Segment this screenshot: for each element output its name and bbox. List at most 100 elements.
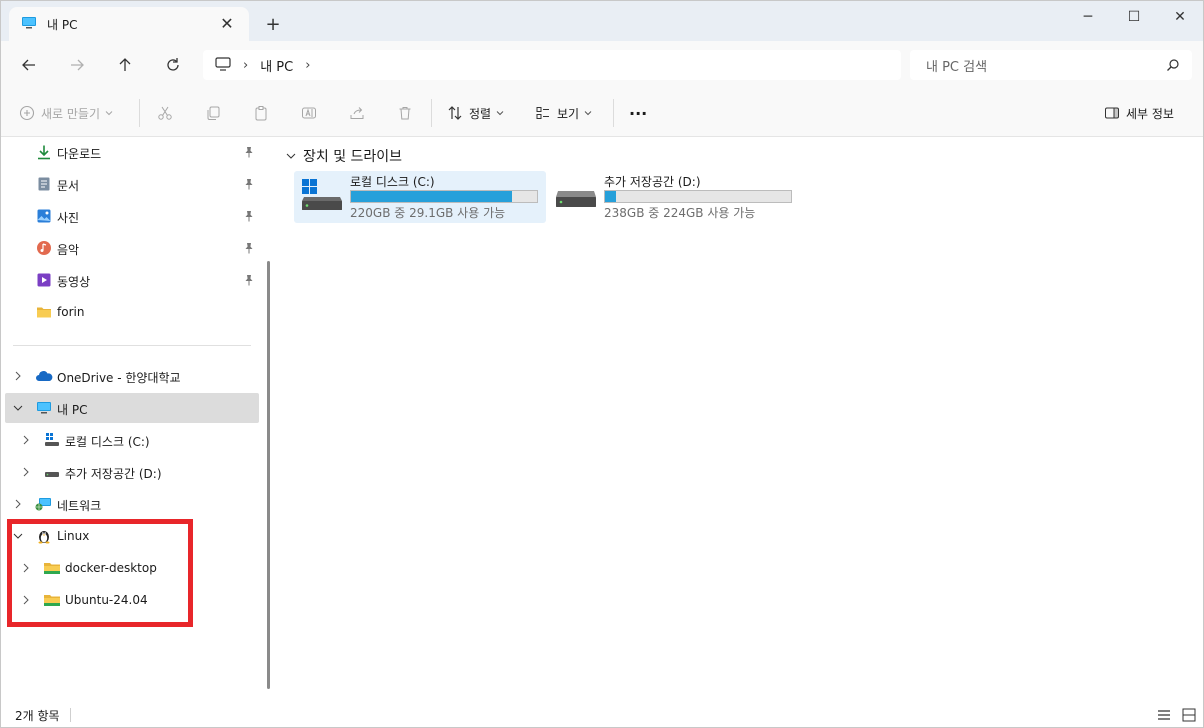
search-placeholder: 내 PC 검색: [926, 59, 988, 75]
details-pane-icon: [1105, 107, 1119, 119]
download-icon: [35, 143, 53, 161]
view-button[interactable]: 보기: [535, 101, 592, 125]
tab-my-pc[interactable]: 내 PC ✕: [9, 7, 249, 41]
drive-tile-c[interactable]: 로컬 디스크 (C:) 220GB 중 29.1GB 사용 가능: [294, 171, 546, 223]
drive-name: 로컬 디스크 (C:): [350, 175, 435, 189]
share-button[interactable]: [349, 101, 365, 125]
video-icon: [35, 271, 53, 289]
sidebar-item-extra-storage-d[interactable]: 추가 저장공간 (D:): [5, 457, 259, 487]
file-explorer-window: 내 PC ✕ + ─ ☐ ✕ › 내 PC › 내 PC 검색 새로 만들기 정…: [0, 0, 1204, 728]
sidebar-item-videos[interactable]: 동영상: [5, 265, 259, 295]
sort-icon: [448, 106, 462, 120]
chevron-down-icon: [105, 111, 113, 116]
pin-icon[interactable]: [243, 210, 255, 222]
minimize-button[interactable]: ─: [1065, 1, 1111, 33]
rename-button[interactable]: [301, 101, 317, 125]
more-options-button[interactable]: ···: [629, 101, 647, 125]
status-bar: 2개 항목: [1, 703, 1203, 727]
close-window-button[interactable]: ✕: [1157, 1, 1203, 33]
drive-name: 추가 저장공간 (D:): [604, 175, 701, 189]
sidebar-item-music[interactable]: 음악: [5, 233, 259, 263]
sidebar-item-label: 로컬 디스크 (C:): [65, 435, 150, 449]
address-bar[interactable]: › 내 PC ›: [203, 50, 901, 80]
breadcrumb-separator[interactable]: ›: [305, 58, 310, 73]
refresh-button[interactable]: [159, 51, 187, 79]
pin-icon[interactable]: [243, 242, 255, 254]
new-tab-button[interactable]: +: [259, 11, 287, 39]
drive-usage-fill: [605, 191, 616, 202]
pin-icon[interactable]: [243, 274, 255, 286]
sidebar-item-my-pc[interactable]: 내 PC: [5, 393, 259, 423]
chevron-down-icon: [496, 111, 504, 116]
sidebar-item-label: 동영상: [57, 275, 91, 289]
sort-button[interactable]: 정렬: [447, 101, 504, 125]
content-area: 장치 및 드라이브 로컬 디스크 (C:) 220GB 중 29.1GB 사용 …: [277, 137, 1203, 703]
plus-circle-icon: [19, 105, 35, 121]
sidebar-item-local-disk-c[interactable]: 로컬 디스크 (C:): [5, 425, 259, 455]
pin-icon[interactable]: [243, 146, 255, 158]
drive-free-space: 220GB 중 29.1GB 사용 가능: [350, 206, 506, 220]
sidebar-item-pictures[interactable]: 사진: [5, 201, 259, 231]
onedrive-icon: [35, 367, 53, 385]
details-pane-label: 세부 정보: [1126, 106, 1174, 121]
sidebar-divider: [13, 345, 251, 346]
search-input[interactable]: 내 PC 검색: [910, 50, 1192, 80]
sidebar-item-label: 다운로드: [57, 147, 102, 161]
chevron-right-icon[interactable]: [19, 433, 33, 447]
sidebar-item-label: 내 PC: [57, 403, 88, 417]
up-button[interactable]: [111, 51, 139, 79]
back-button[interactable]: [15, 51, 43, 79]
windows-drive-icon: [43, 431, 61, 449]
drive-tile-d[interactable]: 추가 저장공간 (D:) 238GB 중 224GB 사용 가능: [548, 171, 800, 223]
network-icon: [35, 495, 53, 513]
scissors-icon: [158, 106, 172, 120]
arrow-right-icon: [71, 59, 84, 71]
folder-icon: [35, 303, 53, 321]
breadcrumb-my-pc[interactable]: 내 PC: [260, 56, 293, 75]
tab-title: 내 PC: [47, 17, 78, 32]
rename-icon: [302, 107, 316, 119]
copy-icon: [207, 106, 220, 120]
navigation-row: › 내 PC › 내 PC 검색: [1, 41, 1203, 89]
forward-button[interactable]: [63, 51, 91, 79]
sidebar-scrollbar[interactable]: [267, 261, 270, 689]
maximize-button[interactable]: ☐: [1111, 1, 1157, 33]
title-bar: 내 PC ✕ + ─ ☐ ✕: [1, 1, 1203, 41]
close-tab-button[interactable]: ✕: [217, 14, 237, 34]
sidebar-item-downloads[interactable]: 다운로드: [5, 137, 259, 167]
sidebar-item-forin[interactable]: forin: [5, 297, 259, 327]
sidebar-item-label: 추가 저장공간 (D:): [65, 467, 162, 481]
new-button-label: 새로 만들기: [41, 106, 101, 121]
breadcrumb-separator[interactable]: ›: [243, 58, 248, 73]
chevron-right-icon[interactable]: [19, 465, 33, 479]
share-icon: [350, 107, 364, 119]
drive-icon: [554, 177, 598, 217]
view-button-label: 보기: [557, 106, 580, 121]
cut-button[interactable]: [157, 101, 173, 125]
clipboard-icon: [255, 106, 267, 121]
toolbar-divider: [139, 99, 140, 127]
delete-button[interactable]: [397, 101, 413, 125]
sidebar-item-network[interactable]: 네트워크: [5, 489, 259, 519]
chevron-down-icon[interactable]: [11, 401, 25, 415]
chevron-right-icon[interactable]: [11, 369, 25, 383]
pin-icon[interactable]: [243, 178, 255, 190]
large-icons-view-icon[interactable]: [1181, 707, 1197, 723]
command-bar: 새로 만들기 정렬 보기 ··· 세부 정보: [1, 89, 1203, 137]
list-view-icon: [536, 107, 549, 119]
paste-button[interactable]: [253, 101, 269, 125]
group-title: 장치 및 드라이브: [303, 149, 403, 165]
chevron-down-icon: [286, 153, 296, 159]
sidebar-item-label: 음악: [57, 243, 80, 257]
document-icon: [35, 175, 53, 193]
sidebar-item-documents[interactable]: 문서: [5, 169, 259, 199]
chevron-right-icon[interactable]: [11, 497, 25, 511]
refresh-icon: [167, 58, 179, 71]
linux-highlight-annotation: [7, 519, 193, 627]
devices-drives-group-header[interactable]: 장치 및 드라이브: [285, 145, 402, 167]
sidebar-item-onedrive[interactable]: OneDrive - 한양대학교: [5, 361, 259, 391]
details-view-icon[interactable]: [1156, 707, 1172, 723]
copy-button[interactable]: [205, 101, 221, 125]
new-button[interactable]: 새로 만들기: [19, 101, 113, 125]
details-pane-button[interactable]: 세부 정보: [1104, 101, 1174, 125]
